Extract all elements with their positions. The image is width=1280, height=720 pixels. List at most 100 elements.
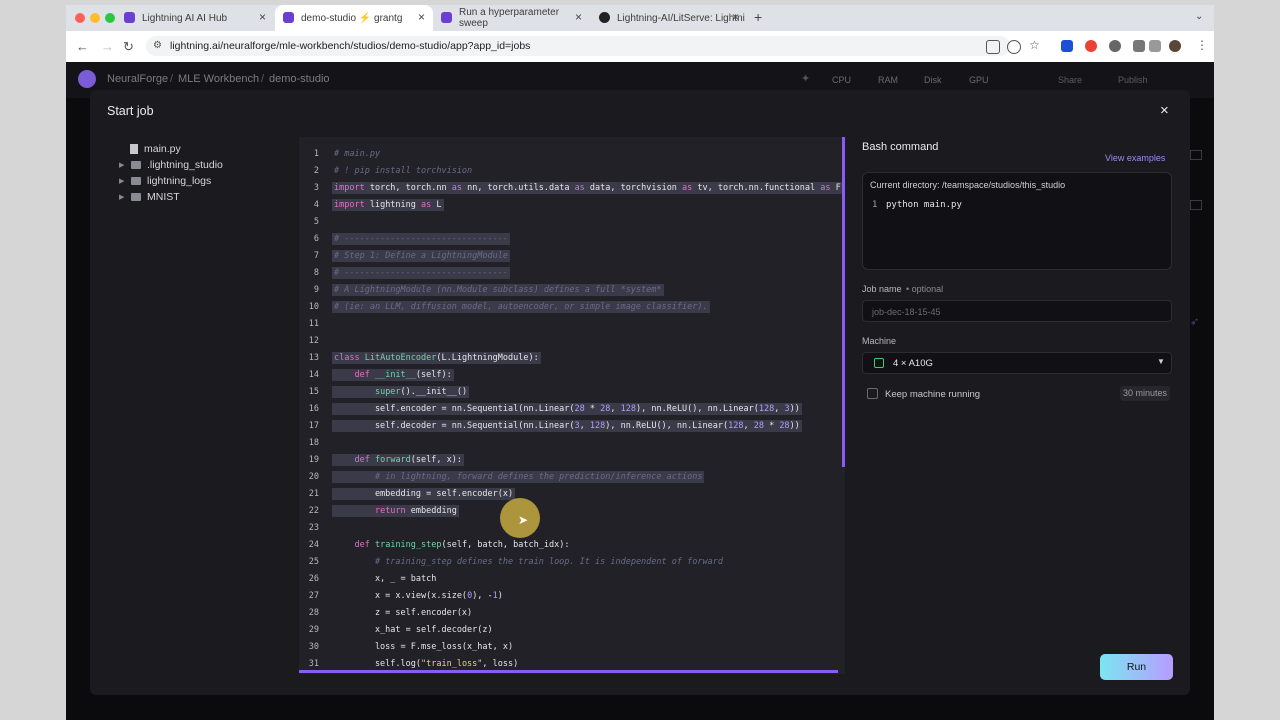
site-info-icon[interactable]: ⚙ <box>153 40 162 51</box>
browser-tab-ai-hub[interactable]: Lightning AI AI Hub × <box>116 5 274 31</box>
keep-running-label: Keep machine running <box>885 389 981 400</box>
code-line: class LitAutoEncoder(L.LightningModule): <box>332 352 541 364</box>
code-line: # ! pip install torchvision <box>334 166 473 176</box>
metric-cpu[interactable]: CPU <box>832 75 851 85</box>
window-close-dot[interactable] <box>75 13 85 23</box>
tab-title: Lightning-AI/LitServe: Lightni <box>617 12 745 24</box>
cast-icon[interactable] <box>986 40 1000 54</box>
extension-icon[interactable] <box>1109 40 1121 52</box>
publish-button[interactable]: Publish <box>1118 75 1148 85</box>
folder-icon <box>131 161 141 169</box>
rocket-icon: ➶ <box>1190 316 1200 328</box>
window-maximize-dot[interactable] <box>105 13 115 23</box>
lightning-favicon-icon <box>441 12 452 23</box>
breadcrumb-org[interactable]: NeuralForge <box>107 73 168 85</box>
folder-lightning-studio[interactable]: ▶ .lightning_studio <box>119 158 223 172</box>
back-arrow-icon[interactable]: ← <box>76 39 89 54</box>
extension-icon[interactable] <box>1085 40 1097 52</box>
code-line: self.encoder = nn.Sequential(nn.Linear(2… <box>332 403 802 415</box>
tab-title: demo-studio ⚡ grantg <box>301 12 403 24</box>
browser-tab-litserve[interactable]: Lightning-AI/LitServe: Lightni × <box>591 5 747 31</box>
chevron-down-icon: ▼ <box>1157 357 1165 366</box>
chevron-right-icon: ▶ <box>119 194 125 201</box>
code-line: # A LightningModule (nn.Module subclass)… <box>332 284 664 296</box>
tab-close-icon[interactable]: × <box>259 10 266 24</box>
zoom-icon[interactable] <box>1007 40 1021 54</box>
metric-gpu[interactable]: GPU <box>969 75 989 85</box>
metric-ram[interactable]: RAM <box>878 75 898 85</box>
code-line: # -------------------------------- <box>332 267 510 279</box>
file-main-py[interactable]: main.py <box>130 142 181 156</box>
code-line: self.decoder = nn.Sequential(nn.Linear(3… <box>332 420 802 432</box>
code-line: import torch, torch.nn as nn, torch.util… <box>332 182 843 194</box>
tab-close-icon[interactable]: × <box>418 10 425 24</box>
code-line: z = self.encoder(x) <box>334 608 473 618</box>
code-line: def forward(self, x): <box>332 454 464 466</box>
keep-running-duration[interactable]: 30 minutes <box>1120 386 1171 401</box>
chevron-right-icon: ▶ <box>119 162 125 169</box>
code-line: # training_step defines the train loop. … <box>374 557 723 567</box>
new-tab-button[interactable]: + <box>754 9 762 25</box>
code-line: self.log("train_loss", loss) <box>334 659 519 669</box>
tab-search-icon[interactable]: ⌄ <box>1195 11 1203 22</box>
lightning-favicon-icon <box>124 12 135 23</box>
code-line: x_hat = self.decoder(z) <box>334 625 493 635</box>
code-line: # Step 1: Define a LightningModule <box>332 250 510 262</box>
mouse-cursor-icon: ➤ <box>518 513 529 527</box>
bash-command-text: python main.py <box>886 200 962 210</box>
metric-disk[interactable]: Disk <box>924 75 942 85</box>
close-icon[interactable]: × <box>1160 102 1169 119</box>
browser-tab-hyperparameter[interactable]: Run a hyperparameter sweep × <box>433 5 590 31</box>
tab-close-icon[interactable]: × <box>575 10 582 24</box>
code-line: # -------------------------------- <box>332 233 510 245</box>
folder-mnist[interactable]: ▶ MNIST <box>119 190 180 204</box>
bookmark-star-icon[interactable]: ☆ <box>1029 38 1040 52</box>
sidebar-icon <box>1190 200 1202 210</box>
code-line: def training_step(self, batch, batch_idx… <box>354 540 570 550</box>
bash-line-number: 1 <box>872 200 878 210</box>
forward-arrow-icon[interactable]: → <box>101 39 114 54</box>
window-minimize-dot[interactable] <box>90 13 100 23</box>
job-name-optional: • optional <box>906 284 944 294</box>
reload-icon[interactable]: ↻ <box>123 39 134 55</box>
code-line: import lightning as L <box>332 199 444 211</box>
sidebar-icon <box>1190 150 1202 160</box>
editor-vertical-scrollbar[interactable] <box>842 137 845 467</box>
breadcrumb-sep: / <box>170 73 174 85</box>
code-line: # (ie: an LLM, diffusion model, autoenco… <box>332 301 710 313</box>
modal-title: Start job <box>107 104 154 118</box>
studio-logo-icon[interactable] <box>78 70 96 88</box>
code-line: # main.py <box>334 149 381 159</box>
code-line: x, _ = batch <box>334 574 437 584</box>
sparkle-icon[interactable]: ✦ <box>801 72 810 85</box>
view-examples-link[interactable]: View examples <box>1105 153 1165 163</box>
code-line: def __init__(self): <box>332 369 454 381</box>
tab-title: Lightning AI AI Hub <box>142 12 228 24</box>
browser-tab-demo-studio[interactable]: demo-studio ⚡ grantg × <box>275 5 433 31</box>
extension-icon[interactable] <box>1061 40 1073 52</box>
machine-label: Machine <box>862 336 897 346</box>
code-line: loss = F.mse_loss(x_hat, x) <box>334 642 514 652</box>
machine-value: 4 × A10G <box>893 358 933 369</box>
editor-horizontal-scrollbar[interactable] <box>299 670 838 673</box>
tab-title: Run a hyperparameter sweep <box>459 7 560 29</box>
code-line: # in lightning, forward defines the pred… <box>332 471 705 483</box>
code-editor[interactable]: 1 # main.py 2 # ! pip install torchvisio… <box>299 137 845 674</box>
share-button[interactable]: Share <box>1058 75 1082 85</box>
bash-command-title: Bash command <box>862 141 939 153</box>
job-name-label: Job name <box>862 284 902 294</box>
puzzle-extensions-icon[interactable] <box>1133 40 1145 52</box>
file-icon <box>130 144 138 154</box>
lightning-favicon-icon <box>283 12 294 23</box>
sidebar-icon[interactable] <box>1149 40 1161 52</box>
profile-avatar[interactable] <box>1169 40 1181 52</box>
run-button[interactable]: Run <box>1100 654 1173 680</box>
folder-lightning-logs[interactable]: ▶ lightning_logs <box>119 174 211 188</box>
tab-close-icon[interactable]: × <box>732 10 739 24</box>
current-directory: Current directory: /teamspace/studios/th… <box>870 180 1066 190</box>
keep-running-checkbox[interactable] <box>867 388 878 399</box>
browser-menu-icon[interactable]: ⋮ <box>1196 38 1208 52</box>
breadcrumb-studio[interactable]: demo-studio <box>269 73 330 85</box>
breadcrumb-teamspace[interactable]: MLE Workbench <box>178 73 259 85</box>
chevron-right-icon: ▶ <box>119 178 125 185</box>
